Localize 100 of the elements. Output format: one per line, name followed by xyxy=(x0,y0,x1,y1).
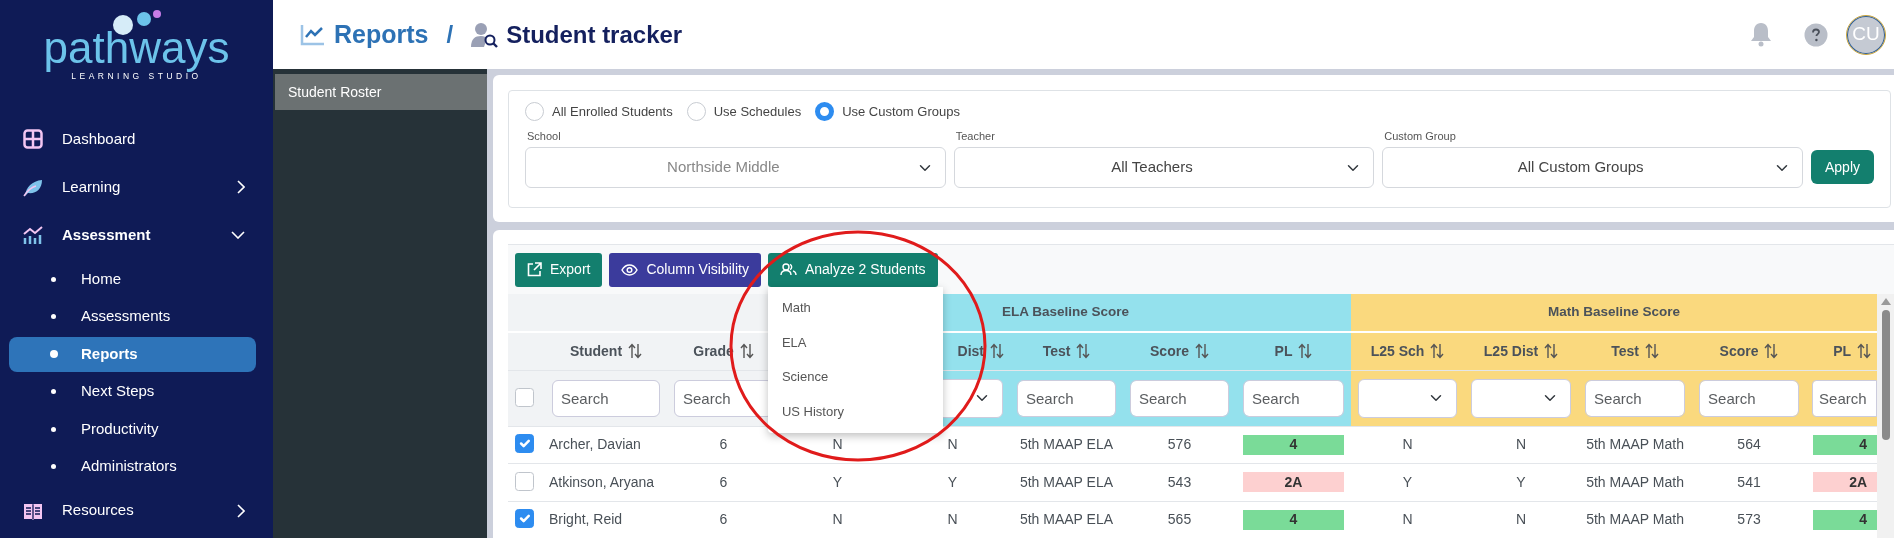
proficiency-badge: 2A xyxy=(1243,472,1345,493)
sort-icon[interactable] xyxy=(1430,343,1445,360)
external-link-icon xyxy=(527,262,542,277)
page-title: Student tracker xyxy=(506,19,683,50)
nav-subitem[interactable]: Productivity xyxy=(9,411,256,447)
nav-item[interactable]: Resources xyxy=(62,499,237,522)
logo-tagline: LEARNING STUDIO xyxy=(71,71,202,83)
radio-button[interactable] xyxy=(815,102,835,122)
radio-button[interactable] xyxy=(686,102,706,122)
people-icon xyxy=(779,263,797,276)
table-cell: 6 xyxy=(667,463,780,501)
breadcrumb-link[interactable]: Reports xyxy=(334,15,429,54)
subnav-item[interactable]: Student Roster xyxy=(275,74,487,110)
scrollbar[interactable] xyxy=(1877,294,1894,538)
table-cell: N xyxy=(1351,501,1465,538)
field-label: School xyxy=(527,128,562,144)
grid-icon xyxy=(23,129,43,149)
table-cell: 6 xyxy=(667,426,780,464)
column-group-header: Math Baseline Score xyxy=(1351,294,1877,332)
proficiency-badge: 4 xyxy=(1813,509,1877,530)
nav-subitem[interactable]: Administrators xyxy=(9,449,256,484)
nav-item[interactable]: Assessment xyxy=(62,223,231,247)
nav-subitem[interactable]: Reports xyxy=(9,336,256,372)
table-cell: 576 xyxy=(1123,426,1236,464)
nav-subitem[interactable]: Assessments xyxy=(9,299,256,334)
sort-icon[interactable] xyxy=(739,343,754,360)
radio-label[interactable]: All Enrolled Students xyxy=(552,102,673,122)
proficiency-badge: 4 xyxy=(1243,434,1345,455)
row-checkbox[interactable] xyxy=(515,434,534,454)
column-header[interactable]: PL xyxy=(1833,340,1852,362)
proficiency-badge: 2A xyxy=(1813,472,1877,493)
table-cell: N xyxy=(895,501,1010,538)
help-icon[interactable] xyxy=(1804,22,1828,47)
row-checkbox[interactable] xyxy=(515,471,534,491)
table-cell: Y xyxy=(895,463,1010,501)
column-header[interactable]: Test xyxy=(1042,340,1071,362)
search-field[interactable]: Search xyxy=(1017,379,1116,417)
search-field[interactable]: Search xyxy=(1812,379,1877,417)
breadcrumb-separator: / xyxy=(446,19,454,50)
scroll-up-icon[interactable] xyxy=(1880,298,1891,305)
radio-label[interactable]: Use Schedules xyxy=(713,102,802,122)
field-label: Custom Group xyxy=(1384,128,1457,144)
proficiency-badge: 4 xyxy=(1813,434,1877,455)
table-cell: Bright, Reid xyxy=(545,501,667,538)
table-cell: 5th MAAP Math xyxy=(1578,463,1693,501)
search-field[interactable]: Search xyxy=(1585,379,1686,417)
table-cell: 5th MAAP Math xyxy=(1578,426,1693,464)
dropdown-field[interactable]: All Teachers xyxy=(953,147,1375,188)
search-field[interactable]: Search xyxy=(1243,379,1345,417)
sort-icon[interactable] xyxy=(1194,343,1209,360)
column-header[interactable]: PL xyxy=(1274,340,1293,362)
search-field[interactable]: Search xyxy=(1699,379,1800,417)
visibility-button[interactable]: Column Visibility xyxy=(609,252,761,287)
sort-icon[interactable] xyxy=(1644,343,1659,360)
dropdown-field[interactable]: All Custom Groups xyxy=(1382,147,1803,188)
table-cell: 564 xyxy=(1692,426,1807,464)
select-all-checkbox[interactable] xyxy=(515,387,534,407)
bar-chart-icon xyxy=(23,225,43,245)
field-label: Teacher xyxy=(955,128,996,144)
table-cell: N xyxy=(1351,426,1465,464)
search-field[interactable]: Search xyxy=(552,379,660,417)
search-field[interactable]: Search xyxy=(1130,379,1229,417)
table-cell: Y xyxy=(1464,463,1579,501)
table-cell: Archer, Davian xyxy=(545,426,667,464)
sort-icon[interactable] xyxy=(1076,343,1091,360)
export-button[interactable]: Export xyxy=(515,252,603,287)
nav-item[interactable]: Learning xyxy=(62,175,237,199)
table-cell: Y xyxy=(1351,463,1465,501)
table-cell: 6 xyxy=(667,501,780,538)
sort-icon[interactable] xyxy=(1764,343,1779,360)
table-cell: 5th MAAP ELA xyxy=(1010,501,1123,538)
leaf-icon xyxy=(23,177,43,197)
table-cell: N xyxy=(1464,426,1579,464)
column-header[interactable]: Score xyxy=(1150,340,1189,362)
sort-icon[interactable] xyxy=(1544,343,1559,360)
proficiency-badge: 4 xyxy=(1243,509,1345,530)
table-cell: 5th MAAP ELA xyxy=(1010,463,1123,501)
nav-item[interactable]: Dashboard xyxy=(62,127,245,151)
sort-icon[interactable] xyxy=(1857,343,1872,360)
nav-subitem[interactable]: Home xyxy=(9,261,256,297)
sort-icon[interactable] xyxy=(1298,343,1313,360)
analyze-button[interactable]: Analyze 2 Students xyxy=(767,252,938,287)
apply-button[interactable]: Apply xyxy=(1810,150,1874,184)
row-checkbox[interactable] xyxy=(515,509,534,529)
table-cell: 565 xyxy=(1123,501,1236,538)
table-cell: Y xyxy=(780,463,895,501)
sort-icon[interactable] xyxy=(628,343,643,360)
user-search-icon xyxy=(471,21,499,48)
table-cell: 5th MAAP Math xyxy=(1578,501,1693,538)
table-cell: N xyxy=(1464,501,1579,538)
table-cell: 541 xyxy=(1692,463,1807,501)
line-chart-icon xyxy=(300,23,325,46)
nav-subitem[interactable]: Next Steps xyxy=(9,374,256,409)
radio-button[interactable] xyxy=(525,102,544,122)
sort-icon[interactable] xyxy=(990,343,1004,360)
eye-icon xyxy=(621,263,639,276)
table-cell: N xyxy=(780,501,895,538)
radio-label[interactable]: Use Custom Groups xyxy=(842,102,960,122)
table-cell: 573 xyxy=(1692,501,1807,538)
column-header[interactable]: Test xyxy=(1611,340,1639,362)
